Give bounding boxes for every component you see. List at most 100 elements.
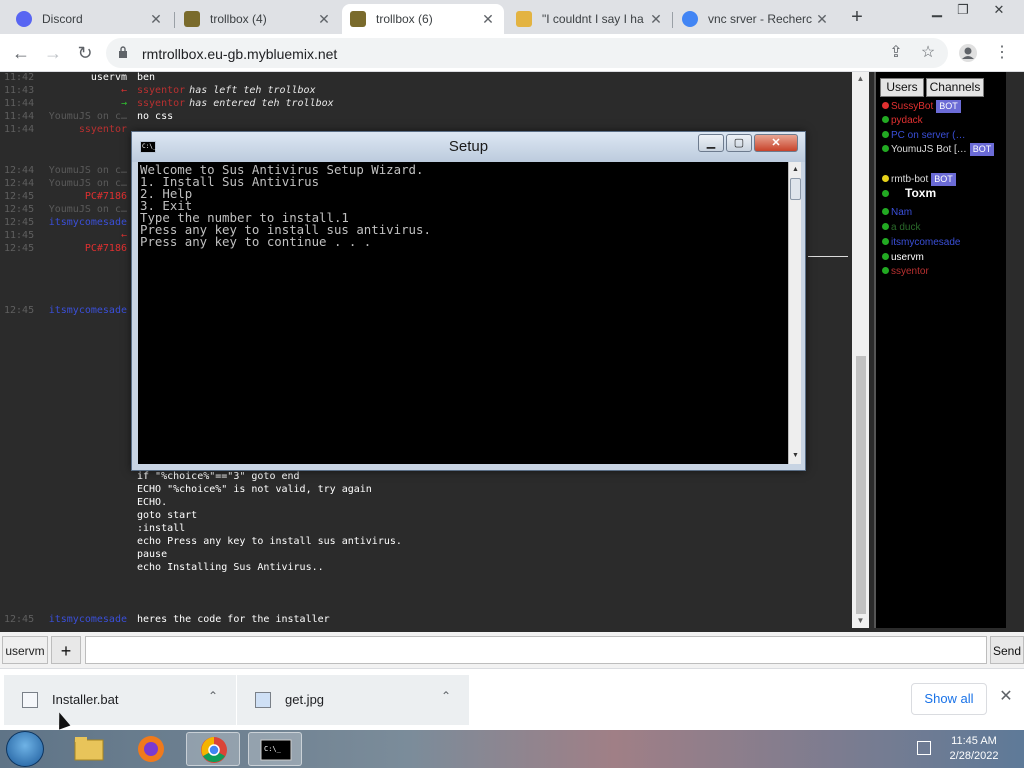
close-icon[interactable]: ✕: [648, 11, 664, 28]
message-nick[interactable]: YoumuJS on c…: [49, 204, 127, 215]
clock-date: 2/28/2022: [949, 750, 999, 762]
tab-discord[interactable]: Discord ✕: [8, 4, 172, 34]
scrollbar-thumb[interactable]: [790, 178, 801, 200]
console-minimize-button[interactable]: ▁: [698, 134, 724, 152]
user-list-item[interactable]: a duck: [882, 221, 920, 234]
user-name: Nam: [891, 207, 913, 218]
send-button[interactable]: Send: [990, 636, 1024, 664]
close-window-button[interactable]: ✕: [984, 2, 1014, 18]
share-icon[interactable]: ⇪: [886, 43, 906, 63]
tab-channels[interactable]: Channels: [926, 78, 984, 97]
tab-trollbox-6[interactable]: trollbox (6) ✕: [342, 4, 504, 34]
message-nick[interactable]: PC#7186: [85, 191, 127, 202]
back-button[interactable]: ←: [10, 42, 32, 64]
chat-message-row: 12:45 itsmycomesade heres the code for the…: [0, 614, 852, 627]
scroll-down-arrow[interactable]: ▼: [852, 614, 869, 628]
console-line: Press any key to continue . . .: [140, 234, 372, 249]
message-nick[interactable]: ←: [121, 230, 127, 241]
close-icon[interactable]: ✕: [480, 11, 496, 28]
tab-quote[interactable]: "I couldnt I say I ha ✕: [508, 4, 672, 34]
message-nick[interactable]: itsmycomesade: [49, 614, 127, 625]
chevron-up-icon[interactable]: ⌃: [441, 689, 451, 703]
message-input-bar: uservm + Send: [0, 632, 1024, 668]
user-list-item[interactable]: Toxm: [882, 187, 936, 200]
message-nick[interactable]: itsmycomesade: [49, 305, 127, 316]
close-download-bar-icon[interactable]: ✕: [996, 687, 1016, 707]
chat-message-row: if "%choice%"=="3" goto end: [0, 471, 852, 484]
message-nick[interactable]: YoumuJS on c…: [49, 178, 127, 189]
network-icon[interactable]: [917, 741, 931, 755]
scroll-up-arrow[interactable]: ▲: [789, 164, 802, 176]
message-timestamp: 11:44: [4, 124, 35, 135]
close-icon[interactable]: ✕: [316, 11, 332, 28]
new-tab-button[interactable]: +: [846, 7, 868, 29]
address-bar[interactable]: rmtrollbox.eu-gb.mybluemix.net ⇪ ☆: [106, 38, 948, 68]
message-nick[interactable]: YoumuJS on c…: [49, 111, 127, 122]
browser-menu-icon[interactable]: ⋮: [992, 43, 1012, 63]
download-item-getjpg[interactable]: get.jpg ⌃: [237, 675, 469, 725]
user-list-item[interactable]: SussyBot BOT: [882, 100, 961, 113]
console-output[interactable]: Welcome to Sus Antivirus Setup Wizard. 1.…: [138, 162, 788, 464]
reload-button[interactable]: ↻: [74, 42, 96, 64]
file-explorer-icon[interactable]: [62, 732, 116, 766]
chat-scrollbar[interactable]: ▲ ▼: [852, 72, 869, 628]
console-close-button[interactable]: ✕: [754, 134, 798, 152]
tab-trollbox-4[interactable]: trollbox (4) ✕: [176, 4, 340, 34]
system-clock[interactable]: 11:45 AM 2/28/2022: [944, 734, 1004, 764]
scrollbar-thumb[interactable]: [856, 356, 866, 614]
command-prompt-icon[interactable]: C:\_: [248, 732, 302, 766]
message-nick[interactable]: →: [121, 98, 127, 109]
show-all-button[interactable]: Show all: [911, 683, 987, 715]
close-icon[interactable]: ✕: [814, 11, 830, 28]
lock-icon: [119, 46, 127, 58]
user-list-item[interactable]: uservm: [882, 251, 924, 264]
tab-separator: [672, 12, 673, 28]
user-list-item[interactable]: ssyentor: [882, 265, 929, 278]
status-dot-icon: [882, 116, 889, 123]
user-list-item[interactable]: YoumuJS Bot [… BOT: [882, 143, 995, 156]
message-nick[interactable]: YoumuJS on c…: [49, 165, 127, 176]
setup-console-window[interactable]: C:\_ Setup ▁ ▢ ✕ Welcome to Sus Antiviru…: [131, 131, 806, 471]
message-input[interactable]: [85, 636, 987, 664]
console-maximize-button[interactable]: ▢: [726, 134, 752, 152]
forward-button[interactable]: →: [42, 42, 64, 64]
trollbox-icon: [184, 11, 200, 27]
user-list-item[interactable]: PC on server (…: [882, 129, 965, 142]
system-message-user[interactable]: ssyentor: [137, 98, 185, 109]
bookmark-star-icon[interactable]: ☆: [918, 43, 938, 63]
add-button[interactable]: +: [51, 636, 81, 664]
message-nick[interactable]: ssyentor: [79, 124, 127, 135]
firefox-icon[interactable]: [124, 732, 178, 766]
user-list-item[interactable]: pydack: [882, 114, 923, 127]
chrome-icon[interactable]: [186, 732, 240, 766]
user-name: SussyBot: [891, 101, 934, 112]
system-message: ssyentor has entered teh trollbox: [137, 98, 334, 109]
scroll-up-arrow[interactable]: ▲: [852, 72, 869, 86]
console-titlebar[interactable]: C:\_ Setup ▁ ▢ ✕: [132, 132, 805, 162]
start-button[interactable]: [6, 731, 44, 767]
tab-vnc-search[interactable]: vnc srver - Recherc ✕: [674, 4, 838, 34]
message-nick[interactable]: PC#7186: [85, 243, 127, 254]
close-icon[interactable]: ✕: [148, 11, 164, 28]
user-list-item[interactable]: rmtb-bot BOT: [882, 173, 956, 186]
clock-time: 11:45 AM: [951, 735, 997, 747]
chat-message-row: ECHO.: [0, 497, 852, 510]
restore-window-button[interactable]: ❐: [948, 2, 978, 18]
bot-badge: BOT: [936, 100, 961, 113]
system-message-user[interactable]: ssyentor: [137, 85, 185, 96]
status-dot-icon: [882, 208, 889, 215]
user-list-item[interactable]: Nam: [882, 206, 912, 219]
message-nick[interactable]: uservm: [91, 72, 127, 83]
user-list-item[interactable]: itsmycomesade: [882, 236, 960, 249]
nickname-field[interactable]: uservm: [2, 636, 48, 664]
message-nick[interactable]: ←: [121, 85, 127, 96]
profile-avatar-icon[interactable]: [958, 43, 978, 63]
message-nick[interactable]: itsmycomesade: [49, 217, 127, 228]
download-item-installer[interactable]: Installer.bat ⌃: [4, 675, 236, 725]
svg-text:C:\_: C:\_: [264, 745, 282, 753]
scroll-down-arrow[interactable]: ▼: [789, 450, 802, 462]
tab-users[interactable]: Users: [880, 78, 924, 97]
console-scrollbar[interactable]: ▲ ▼: [788, 162, 801, 464]
user-name: pydack: [891, 115, 923, 126]
chevron-up-icon[interactable]: ⌃: [208, 689, 218, 703]
